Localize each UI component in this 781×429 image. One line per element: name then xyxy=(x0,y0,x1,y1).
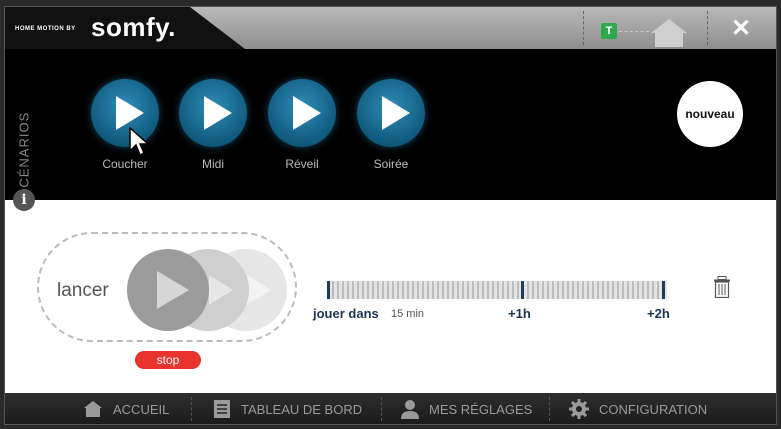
home-icon xyxy=(84,401,102,417)
logo-panel: HOME MOTION BY somfy. xyxy=(5,7,245,49)
play-icon xyxy=(204,96,232,130)
mouse-cursor-icon xyxy=(129,127,150,157)
scenario-label-coucher: Coucher xyxy=(102,157,148,171)
info-icon[interactable]: i xyxy=(13,189,35,211)
house-icon[interactable] xyxy=(649,17,689,47)
nav-item-label: MES RÉGLAGES xyxy=(429,401,533,417)
header-divider xyxy=(583,11,585,45)
header-bar: HOME MOTION BY somfy. T ✕ xyxy=(5,7,776,49)
scenario-play-button-midi[interactable] xyxy=(179,79,247,147)
play-icon xyxy=(293,96,321,130)
gear-icon xyxy=(569,399,589,419)
play-icon xyxy=(209,275,233,305)
play-in-label: jouer dans xyxy=(313,306,379,321)
scenario-label-soiree: Soirée xyxy=(373,157,409,171)
nav-item-label: TABLEAU DE BORD xyxy=(241,401,363,417)
user-icon xyxy=(401,400,419,419)
t-badge-icon[interactable]: T xyxy=(601,23,617,39)
nav-item-label: CONFIGURATION xyxy=(599,401,708,417)
nav-item-accueil[interactable]: ACCUEIL xyxy=(83,393,170,424)
play-icon xyxy=(116,96,144,130)
play-icon xyxy=(382,96,410,130)
nav-item-mes-reglages[interactable]: MES RÉGLAGES xyxy=(401,393,533,424)
nav-divider xyxy=(381,397,383,421)
scenario-launch-panel: lancer stop jouer dans 15 min +1h +2h xyxy=(5,200,776,393)
timeline-2h-marker xyxy=(662,281,665,299)
scenario-label-midi: Midi xyxy=(201,157,224,171)
connection-line xyxy=(619,31,649,32)
header-divider xyxy=(707,11,709,45)
document-icon xyxy=(214,400,230,418)
scenario-label-reveil: Réveil xyxy=(285,157,319,171)
brand-tagline: HOME MOTION BY xyxy=(15,26,76,32)
play-in-value: 15 min xyxy=(391,308,425,320)
close-icon[interactable]: ✕ xyxy=(729,17,753,41)
scenario-play-button-reveil[interactable] xyxy=(268,79,336,147)
trash-icon[interactable] xyxy=(713,276,731,298)
new-scenario-button[interactable]: nouveau xyxy=(677,81,743,147)
timeline-start-marker xyxy=(327,281,330,299)
play-icon xyxy=(157,271,189,309)
bottom-nav: ACCUEIL TABLEAU DE BORD MES RÉGLAGES CON… xyxy=(5,393,776,424)
scenarios-panel: SCÉNARIOS Coucher Midi Réveil Soirée nou… xyxy=(5,49,776,200)
launch-play-button[interactable] xyxy=(127,249,209,331)
launch-label: lancer xyxy=(57,280,109,301)
scenario-play-button-soiree[interactable] xyxy=(357,79,425,147)
timeline-label-2h: +2h xyxy=(647,306,670,321)
nav-item-label: ACCUEIL xyxy=(113,401,170,417)
nav-divider xyxy=(191,397,193,421)
nav-item-configuration[interactable]: CONFIGURATION xyxy=(569,393,708,424)
play-icon xyxy=(247,275,271,305)
nav-item-tableau-de-bord[interactable]: TABLEAU DE BORD xyxy=(213,393,363,424)
stop-button[interactable]: stop xyxy=(135,351,201,369)
timeline-1h-marker xyxy=(521,281,524,299)
timeline-label-1h: +1h xyxy=(508,306,531,321)
app-window: HOME MOTION BY somfy. T ✕ SCÉNARIOS Couc… xyxy=(4,6,777,425)
brand-logo: somfy. xyxy=(91,12,176,42)
nav-divider xyxy=(549,397,551,421)
delay-timeline-slider[interactable] xyxy=(327,281,667,299)
